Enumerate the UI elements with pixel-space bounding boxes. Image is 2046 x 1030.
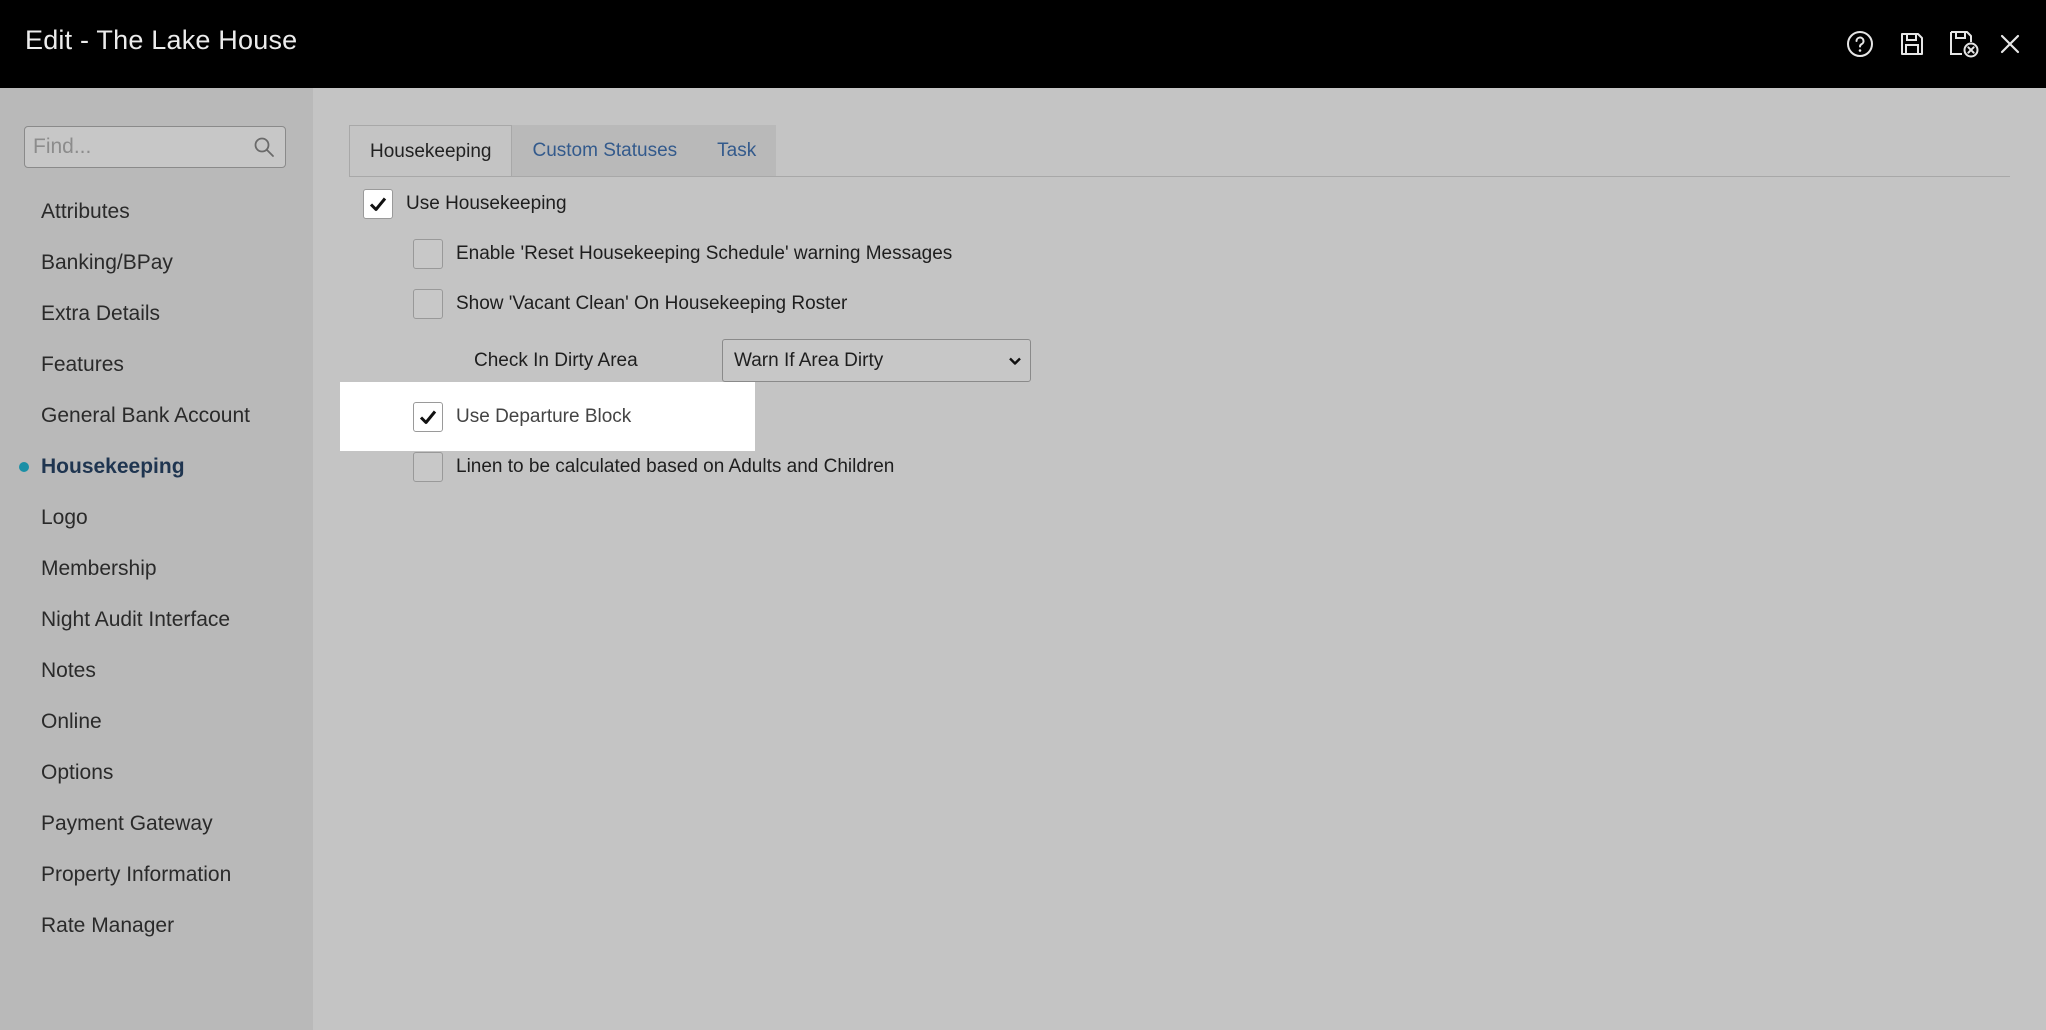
departure-block-label: Use Departure Block bbox=[456, 406, 632, 427]
reset-warning-label: Enable 'Reset Housekeeping Schedule' war… bbox=[456, 243, 953, 264]
sidebar-item-payment-gateway[interactable]: Payment Gateway bbox=[0, 798, 313, 849]
sidebar-nav: Attributes Banking/BPay Extra Details Fe… bbox=[0, 186, 313, 951]
search-icon[interactable] bbox=[253, 136, 275, 158]
tab-divider bbox=[349, 176, 2010, 177]
vacant-clean-label: Show 'Vacant Clean' On Housekeeping Rost… bbox=[456, 293, 848, 314]
search-box bbox=[24, 126, 286, 168]
tab-bar: Housekeeping Custom Statuses Task bbox=[349, 125, 777, 177]
tab-housekeeping[interactable]: Housekeeping bbox=[349, 125, 513, 177]
active-indicator-dot bbox=[19, 462, 29, 472]
check-in-dirty-select[interactable]: Warn If Area Dirty bbox=[722, 339, 1031, 382]
chevron-down-icon bbox=[1009, 357, 1021, 365]
close-icon[interactable] bbox=[1994, 28, 2026, 60]
help-icon[interactable] bbox=[1844, 28, 1876, 60]
check-in-dirty-value: Warn If Area Dirty bbox=[734, 350, 884, 371]
use-housekeeping-label: Use Housekeeping bbox=[406, 193, 567, 214]
linen-label: Linen to be calculated based on Adults a… bbox=[456, 456, 895, 477]
checkmark-icon bbox=[419, 410, 437, 424]
window-title: Edit - The Lake House bbox=[25, 25, 298, 55]
sidebar: Attributes Banking/BPay Extra Details Fe… bbox=[0, 88, 313, 1030]
sidebar-item-banking-bpay[interactable]: Banking/BPay bbox=[0, 237, 313, 288]
linen-checkbox[interactable] bbox=[413, 452, 443, 482]
title-bar: Edit - The Lake House bbox=[0, 0, 2046, 88]
check-in-dirty-label: Check In Dirty Area bbox=[474, 350, 638, 371]
sidebar-item-logo[interactable]: Logo bbox=[0, 492, 313, 543]
sidebar-item-general-bank-account[interactable]: General Bank Account bbox=[0, 390, 313, 441]
tab-task[interactable]: Task bbox=[697, 125, 777, 177]
sidebar-item-housekeeping[interactable]: Housekeeping bbox=[0, 441, 313, 492]
checkmark-icon bbox=[369, 197, 387, 211]
sidebar-item-rate-manager[interactable]: Rate Manager bbox=[0, 900, 313, 951]
vacant-clean-checkbox[interactable] bbox=[413, 289, 443, 319]
sidebar-item-extra-details[interactable]: Extra Details bbox=[0, 288, 313, 339]
use-housekeeping-checkbox[interactable] bbox=[363, 189, 393, 219]
sidebar-item-options[interactable]: Options bbox=[0, 747, 313, 798]
sidebar-item-features[interactable]: Features bbox=[0, 339, 313, 390]
sidebar-item-notes[interactable]: Notes bbox=[0, 645, 313, 696]
sidebar-item-attributes[interactable]: Attributes bbox=[0, 186, 313, 237]
tab-custom-statuses[interactable]: Custom Statuses bbox=[512, 125, 698, 177]
save-close-icon[interactable] bbox=[1948, 28, 1980, 60]
search-input[interactable] bbox=[25, 127, 245, 167]
sidebar-item-night-audit-interface[interactable]: Night Audit Interface bbox=[0, 594, 313, 645]
sidebar-item-membership[interactable]: Membership bbox=[0, 543, 313, 594]
sidebar-item-online[interactable]: Online bbox=[0, 696, 313, 747]
reset-warning-checkbox[interactable] bbox=[413, 239, 443, 269]
save-icon[interactable] bbox=[1896, 28, 1928, 60]
sidebar-item-property-information[interactable]: Property Information bbox=[0, 849, 313, 900]
departure-block-checkbox[interactable] bbox=[413, 402, 443, 432]
